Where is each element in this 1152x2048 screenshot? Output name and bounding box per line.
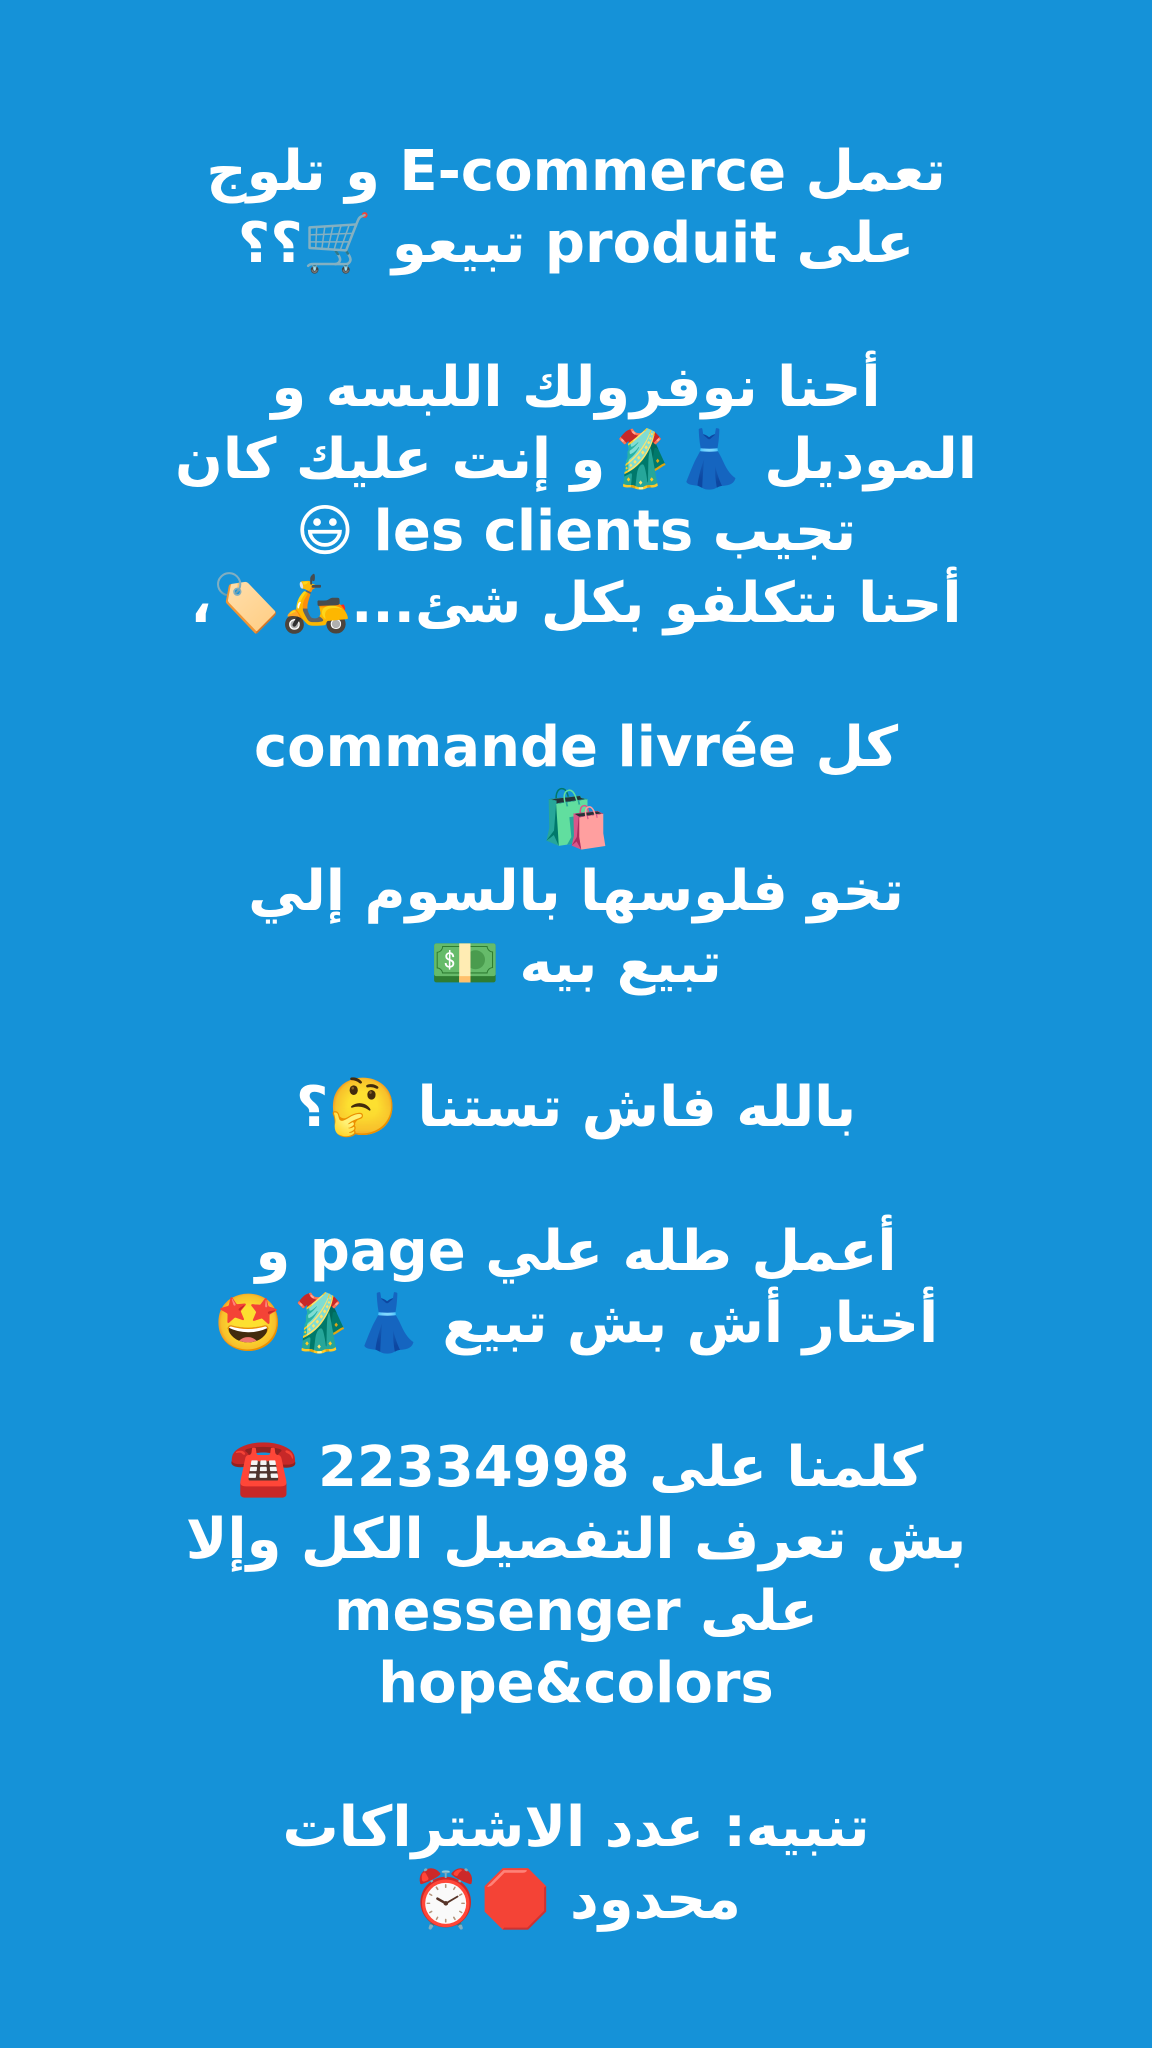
line-3: أحنا نوفرولك اللبسه و (271, 355, 881, 420)
line-2: على produit تبيعو 🛒؟؟ (237, 211, 915, 276)
line-15: بش تعرف التفصيل الكل وإلا (185, 1507, 967, 1572)
line-16: على messenger (334, 1579, 818, 1644)
line-5: تجيب les clients 😃 (295, 499, 857, 564)
line-1: تعمل E-commerce و تلوج (206, 139, 946, 204)
line-9: تخو فلوسها بالسوم إلي (248, 859, 904, 924)
line-11: بالله فاش تستنا 🤔؟ (295, 1075, 857, 1140)
line-12: أعمل طله علي page و (255, 1219, 897, 1284)
line-7: كل commande livrée (253, 715, 899, 780)
line-10: تبيع بيه 💵 (430, 931, 722, 996)
line-13: أختار أش بش تبيع 👗🥻🤩 (213, 1291, 939, 1356)
notice-line-1: تنبيه: عدد الاشتراكات (282, 1795, 870, 1860)
line-4: الموديل 👗🥻و إنت عليك كان (175, 427, 977, 492)
shopping-bags-emoji: 🛍️ (541, 787, 611, 852)
line-6: أحنا نتكلفو بكل شئ...🛵🏷️، (190, 571, 962, 636)
page-name: hope&colors (378, 1651, 774, 1716)
line-14-phone: كلمنا على 22334998 ☎️ (228, 1435, 924, 1500)
notice-line-2: محدود 🛑⏰ (411, 1867, 741, 1932)
story-canvas: تعمل E-commerce و تلوج على produit تبيعو… (0, 0, 1152, 2048)
